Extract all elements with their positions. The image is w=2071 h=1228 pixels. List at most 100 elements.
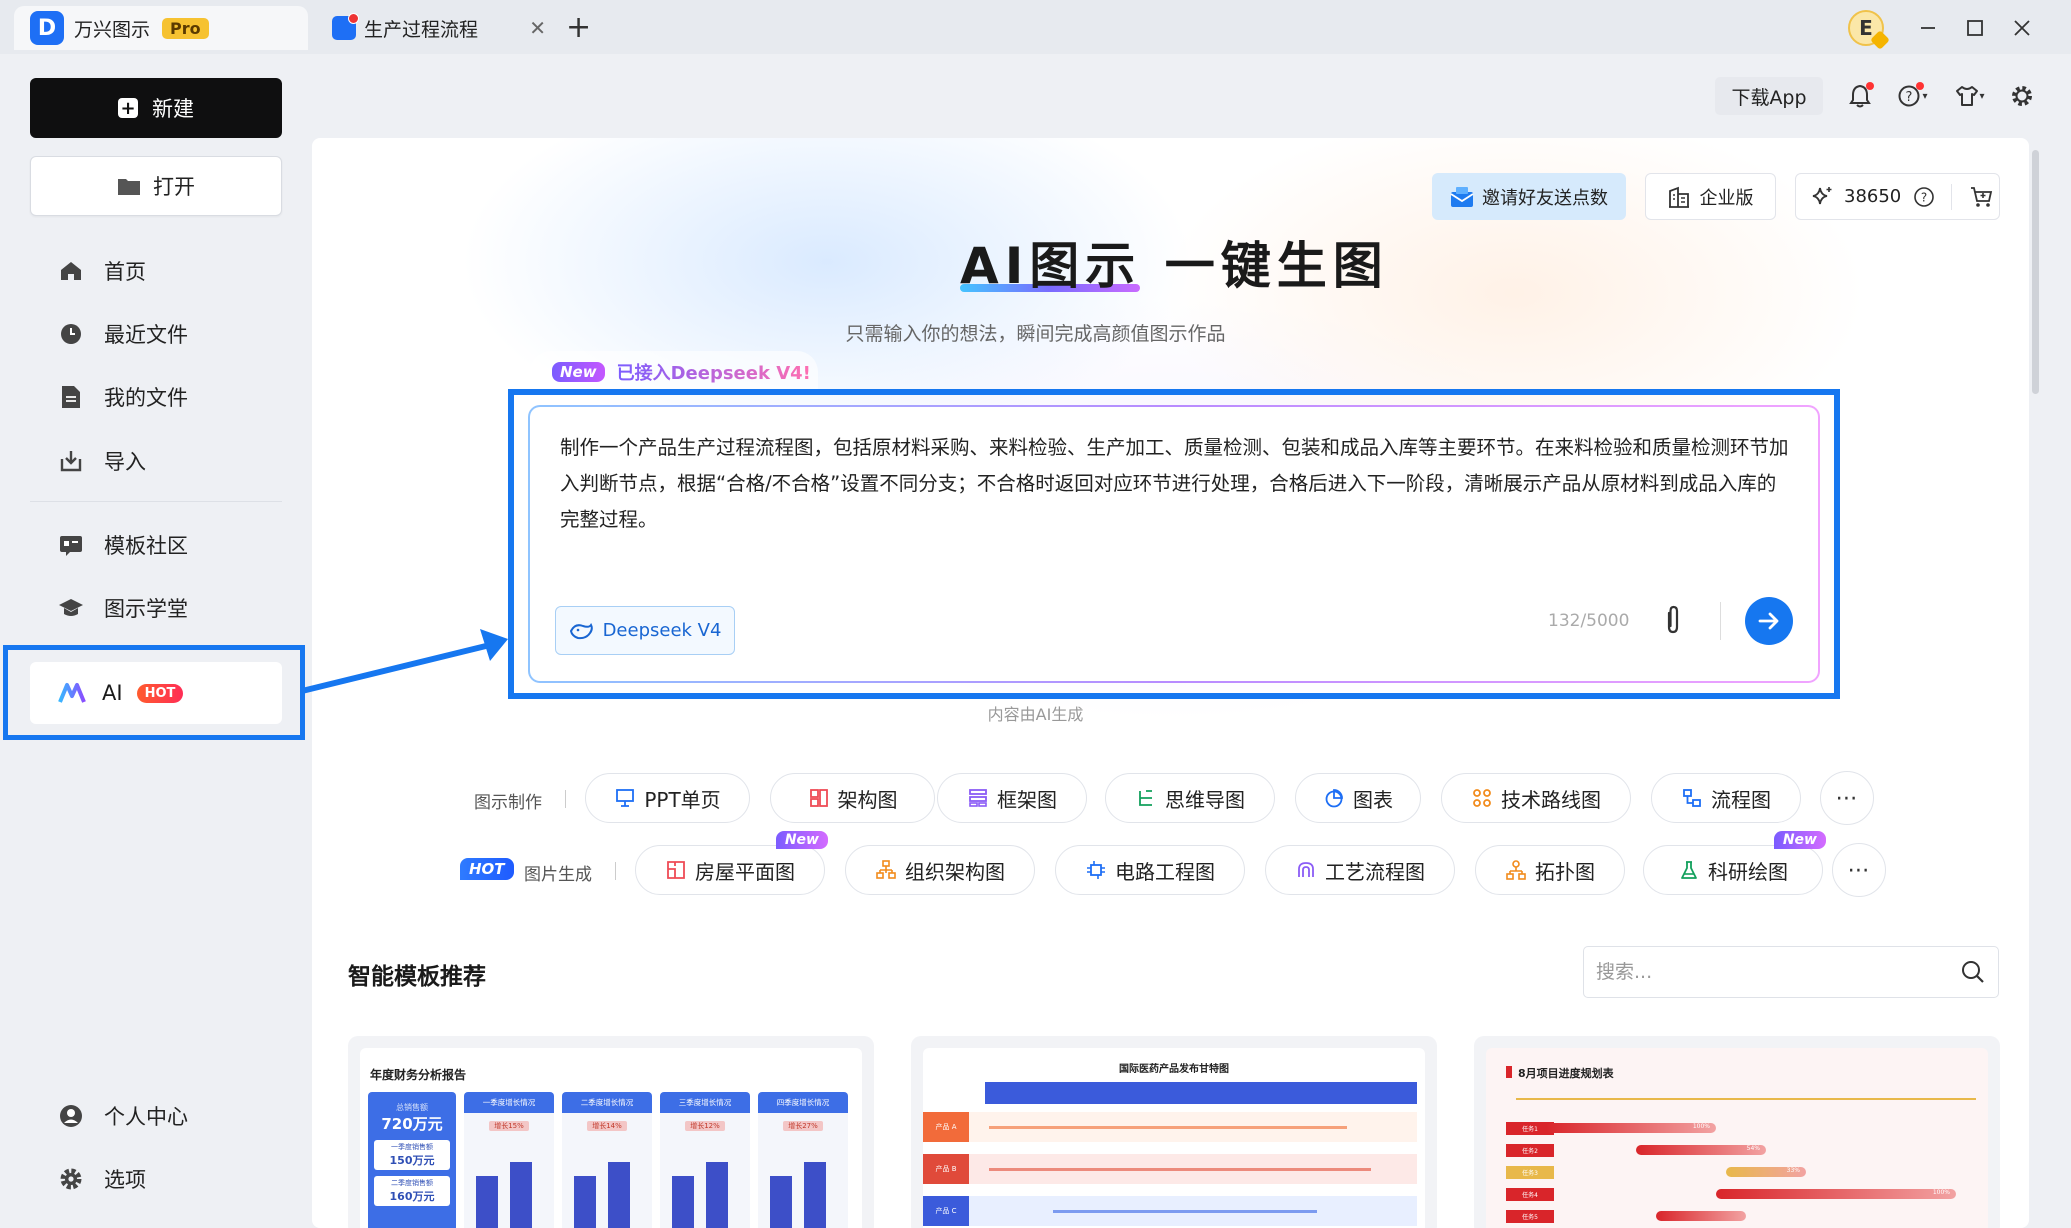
skin-button[interactable]: ▾ xyxy=(1948,78,1992,114)
lane-label: 任务3 xyxy=(1506,1166,1554,1179)
shirt-icon xyxy=(1956,86,1979,106)
bar xyxy=(804,1162,826,1228)
pro-badge: Pro xyxy=(162,17,209,39)
credits-value: 38650 xyxy=(1844,186,1902,207)
chip-process-flow[interactable]: 工艺流程图 xyxy=(1265,845,1455,895)
deepseek-tag-text: 已接入Deepseek V4! xyxy=(617,359,811,385)
tab-home[interactable]: D 万兴图示 Pro xyxy=(14,6,308,50)
new-badge: New xyxy=(552,362,605,382)
chip-architecture[interactable]: 架构图 xyxy=(770,773,935,823)
chip-flowchart[interactable]: 流程图 xyxy=(1651,773,1801,823)
enterprise-button[interactable]: 企业版 xyxy=(1645,173,1776,220)
template-title: 年度财务分析报告 xyxy=(370,1068,467,1082)
app-logo-icon: D xyxy=(30,11,64,45)
cart-icon[interactable] xyxy=(1970,186,1994,208)
org-chart-icon xyxy=(875,859,897,881)
gear-icon xyxy=(58,1166,84,1192)
chip-topology[interactable]: 拓扑图 xyxy=(1475,845,1625,895)
chip-chart[interactable]: 图表 xyxy=(1295,773,1421,823)
chip-floor-plan[interactable]: 房屋平面图 New xyxy=(635,831,828,895)
chip-mind-map[interactable]: 思维导图 xyxy=(1105,773,1275,823)
more-diagrams-button[interactable]: ⋯ xyxy=(1820,771,1874,825)
prompt-divider xyxy=(1720,602,1721,640)
flowchart-icon xyxy=(1681,787,1703,809)
new-badge: New xyxy=(775,831,828,849)
lane-bar: 100% xyxy=(1716,1189,1956,1199)
bar xyxy=(574,1176,596,1228)
gantt-row-label: 产品 A xyxy=(923,1112,969,1142)
sidebar-item-profile[interactable]: 个人中心 xyxy=(58,1096,188,1136)
bar xyxy=(608,1162,630,1228)
template-card-finance[interactable]: 年度财务分析报告 总销售额 720万元 一季度销售额 150万元 二季度销售额 … xyxy=(348,1036,874,1228)
sidebar-item-label: 首页 xyxy=(104,260,146,284)
bar xyxy=(706,1162,728,1228)
template-card-gantt[interactable]: 国际医药产品发布甘特图 产品 A 产品 B 产品 C xyxy=(911,1036,1437,1228)
hot-badge: HOT xyxy=(136,683,184,703)
ai-generated-note: 内容由AI生成 xyxy=(987,705,1084,724)
close-icon xyxy=(2014,20,2030,36)
chip-ppt-page[interactable]: PPT单页 xyxy=(585,773,750,823)
row-divider xyxy=(565,790,566,808)
notification-dot xyxy=(1866,82,1874,90)
help-button[interactable]: ? ▾ xyxy=(1893,78,1933,114)
sidebar-item-home[interactable]: 首页 xyxy=(58,251,146,291)
download-app-button[interactable]: 下载App xyxy=(1715,77,1823,115)
chip-label: 架构图 xyxy=(837,787,898,812)
sidebar-item-label: 选项 xyxy=(104,1168,146,1192)
sidebar-item-template-community[interactable]: 模板社区 xyxy=(58,525,188,565)
template-card-schedule[interactable]: 8月项目进度规划表 任务1 100% 任务2 54% 任务3 33% 任务4 100% 任务5 xyxy=(1474,1036,2000,1228)
chip-org-chart[interactable]: 组织架构图 xyxy=(845,845,1035,895)
hot-badge: HOT xyxy=(460,858,514,880)
image-row-label: 图片生成 xyxy=(524,865,592,885)
sub2-value: 160万元 xyxy=(389,1190,435,1203)
growth-column: 一季度增长情况 增长15% xyxy=(464,1092,554,1228)
avatar[interactable]: E xyxy=(1848,10,1884,46)
scrollbar[interactable] xyxy=(2032,150,2039,394)
open-button-label: 打开 xyxy=(153,175,195,199)
gantt-row-label: 产品 B xyxy=(923,1154,969,1184)
model-select-button[interactable]: Deepseek V4 xyxy=(555,606,735,655)
maximize-button[interactable] xyxy=(1955,10,1995,46)
chip-framework[interactable]: 框架图 xyxy=(937,773,1087,823)
gantt-bar xyxy=(989,1168,1371,1171)
chip-tech-roadmap[interactable]: 技术路线图 xyxy=(1441,773,1631,823)
chip-research-drawing[interactable]: 科研绘图 New xyxy=(1643,831,1826,895)
help-icon[interactable]: ? xyxy=(1913,186,1935,208)
lane-label: 任务5 xyxy=(1506,1210,1554,1223)
new-tab-button[interactable]: + xyxy=(566,10,591,45)
sidebar-item-academy[interactable]: 图示学堂 xyxy=(58,588,188,628)
gantt-row: 产品 A xyxy=(923,1112,1417,1142)
notification-button[interactable] xyxy=(1842,78,1878,114)
more-image-types-button[interactable]: ⋯ xyxy=(1832,843,1886,897)
credits-divider xyxy=(1951,183,1953,210)
chip-circuit[interactable]: 电路工程图 xyxy=(1055,845,1245,895)
send-button[interactable] xyxy=(1745,597,1793,645)
search-input[interactable] xyxy=(1584,947,1944,996)
close-window-button[interactable] xyxy=(2002,10,2042,46)
minimize-button[interactable] xyxy=(1908,10,1948,46)
open-button[interactable]: 打开 xyxy=(30,156,282,216)
sidebar-item-my-files[interactable]: 我的文件 xyxy=(58,377,188,417)
sidebar-item-options[interactable]: 选项 xyxy=(58,1159,146,1199)
new-button-label: 新建 xyxy=(152,97,194,121)
chip-label: 房屋平面图 xyxy=(695,859,795,884)
sparkle-icon xyxy=(1812,186,1832,204)
chip-label: 工艺流程图 xyxy=(1325,859,1425,884)
tab-document[interactable]: 生产过程流程 ✕ xyxy=(320,6,560,50)
search-icon[interactable] xyxy=(1960,959,1986,985)
prompt-textarea[interactable]: 制作一个产品生产过程流程图，包括原材料采购、来料检验、生产加工、质量检测、包装和… xyxy=(560,430,1795,538)
folder-icon xyxy=(118,179,140,195)
document-icon xyxy=(332,13,359,40)
whale-icon xyxy=(569,622,593,639)
sidebar-item-label: 导入 xyxy=(104,450,146,474)
title-accent xyxy=(1506,1066,1512,1078)
model-label: Deepseek V4 xyxy=(602,620,722,641)
sidebar-item-import[interactable]: 导入 xyxy=(58,441,146,481)
new-button[interactable]: + 新建 xyxy=(30,78,282,138)
attach-button[interactable] xyxy=(1664,605,1682,642)
close-tab-icon[interactable]: ✕ xyxy=(529,16,546,40)
settings-button[interactable] xyxy=(2004,78,2040,114)
invite-friends-button[interactable]: 邀请好友送点数 xyxy=(1432,173,1626,220)
deepseek-tag: New 已接入Deepseek V4! xyxy=(530,351,818,393)
framework-icon xyxy=(967,787,989,809)
